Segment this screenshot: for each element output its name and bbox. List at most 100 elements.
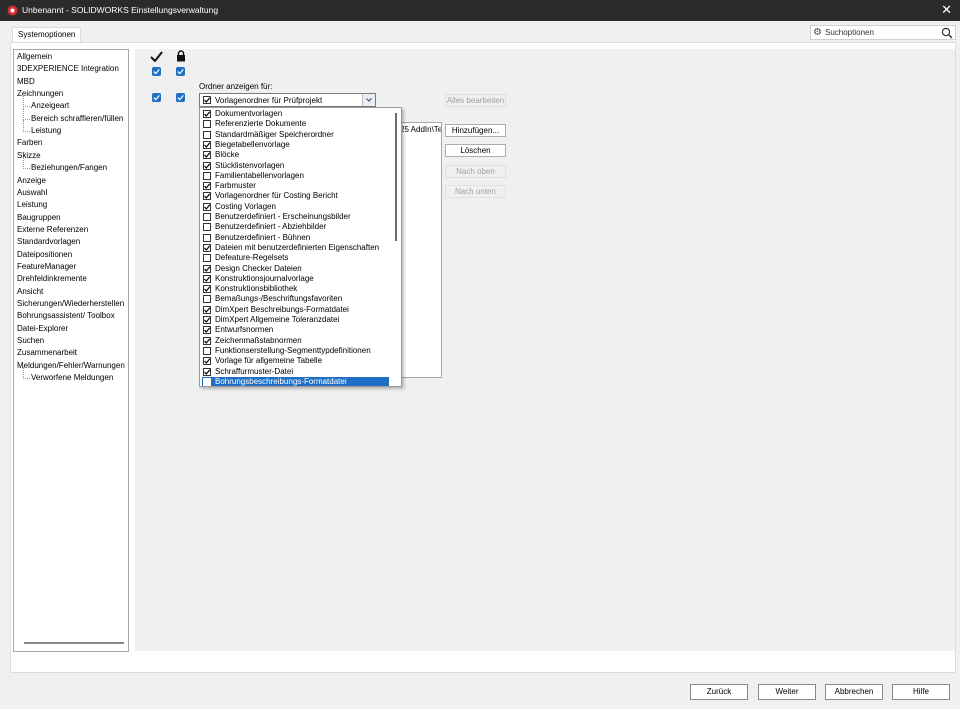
tree-item[interactable]: Ansicht xyxy=(17,286,43,298)
combo-checkbox[interactable] xyxy=(203,96,211,104)
dropdown-item-checkbox[interactable] xyxy=(203,171,211,180)
search-icon[interactable] xyxy=(941,27,953,39)
move-down-button[interactable]: Nach unten xyxy=(445,185,506,198)
tree-item[interactable]: FeatureManager xyxy=(17,261,76,273)
folder-type-dropdown[interactable]: Dokumentvorlagen Referenzierte Dokumente S… xyxy=(199,107,402,387)
folder-path-entry[interactable]: 25 AddIn\Te xyxy=(400,125,441,134)
dropdown-item-checkbox[interactable] xyxy=(203,192,211,201)
tree-item[interactable]: Zusammenarbeit xyxy=(17,347,77,359)
dropdown-item-checkbox[interactable] xyxy=(203,161,211,170)
row2-lock-checkbox[interactable] xyxy=(176,93,185,102)
dropdown-item[interactable]: DimXpert Beschreibungs-Formatdatei xyxy=(202,305,389,315)
dropdown-item-checkbox[interactable] xyxy=(203,377,211,386)
tree-item[interactable]: Auswahl xyxy=(17,187,47,199)
dropdown-item[interactable]: DimXpert Allgemeine Toleranzdatei xyxy=(202,315,389,325)
folder-path-list[interactable]: 25 AddIn\Te xyxy=(395,122,442,378)
chevron-down-icon[interactable] xyxy=(362,94,375,106)
dropdown-item[interactable]: Stücklistenvorlagen xyxy=(202,161,389,171)
dropdown-item-checkbox[interactable] xyxy=(203,346,211,355)
dropdown-item[interactable]: Bohrungsbeschreibungs-Formatdatei xyxy=(202,376,389,386)
tree-item[interactable]: Leistung xyxy=(17,199,47,211)
row2-apply-checkbox[interactable] xyxy=(152,93,161,102)
dropdown-item[interactable]: Konstruktionsbibliothek xyxy=(202,284,389,294)
tree-item[interactable]: 3DEXPERIENCE Integration xyxy=(17,63,119,75)
tree-item[interactable]: Leistung xyxy=(22,120,61,137)
folder-type-select[interactable]: Vorlagenordner für Prüfprojekt xyxy=(199,93,376,107)
options-tree[interactable]: Allgemein 3DEXPERIENCE Integration MBD Zeic… xyxy=(13,49,129,652)
tree-item[interactable]: Farben xyxy=(17,137,42,149)
tree-item[interactable]: Anzeige xyxy=(17,175,46,187)
tab-systemoptionen[interactable]: Systemoptionen xyxy=(12,27,82,42)
dropdown-item-checkbox[interactable] xyxy=(203,182,211,191)
move-up-button[interactable]: Nach oben xyxy=(445,165,506,178)
dropdown-item[interactable]: Entwurfsnormen xyxy=(202,325,389,335)
dropdown-item[interactable]: Vorlagenordner für Costing Bericht xyxy=(202,191,389,201)
dropdown-item[interactable]: Benutzerdefiniert - Bühnen xyxy=(202,233,389,243)
row1-apply-checkbox[interactable] xyxy=(152,67,161,76)
dropdown-item[interactable]: Bemaßungs-/Beschriftungsfavoriten xyxy=(202,294,389,304)
dropdown-item-checkbox[interactable] xyxy=(203,326,211,335)
delete-button[interactable]: Löschen xyxy=(445,144,506,157)
dropdown-item[interactable]: Costing Vorlagen xyxy=(202,202,389,212)
dropdown-item[interactable]: Benutzerdefiniert - Abziehbilder xyxy=(202,222,389,232)
dropdown-item[interactable]: Familientabellenvorlagen xyxy=(202,171,389,181)
tree-item[interactable]: Baugruppen xyxy=(17,212,61,224)
tree-item[interactable]: Drehfeldinkremente xyxy=(17,273,87,285)
dropdown-item-checkbox[interactable] xyxy=(203,120,211,129)
help-button[interactable]: Hilfe xyxy=(892,684,950,700)
dropdown-item-checkbox[interactable] xyxy=(203,295,211,304)
dropdown-item[interactable]: Referenzierte Dokumente xyxy=(202,119,389,129)
dropdown-item-checkbox[interactable] xyxy=(203,274,211,283)
tree-item[interactable]: Datei-Explorer xyxy=(17,323,68,335)
search-box[interactable]: ⚙ Suchoptionen xyxy=(810,25,956,40)
tree-item[interactable]: Bereich schraffieren/füllen xyxy=(22,107,123,125)
dropdown-item-checkbox[interactable] xyxy=(203,285,211,294)
dropdown-item-checkbox[interactable] xyxy=(203,130,211,139)
tree-item[interactable]: Verworfene Meldungen xyxy=(22,367,113,384)
dropdown-item[interactable]: Vorlage für allgemeine Tabelle xyxy=(202,356,389,366)
dropdown-item-checkbox[interactable] xyxy=(203,110,211,118)
tree-item[interactable]: Beziehungen/Fangen xyxy=(22,157,107,174)
tree-item[interactable]: Suchen xyxy=(17,335,44,347)
dropdown-item[interactable]: Benutzerdefiniert - Erscheinungsbilder xyxy=(202,212,389,222)
tree-item[interactable]: Meldungen/Fehler/Warnungen xyxy=(17,360,125,372)
tree-item[interactable]: Standardvorlagen xyxy=(17,236,80,248)
dropdown-item-checkbox[interactable] xyxy=(203,254,211,263)
close-icon[interactable]: ✕ xyxy=(941,2,952,18)
add-button[interactable]: Hinzufügen... xyxy=(445,124,506,137)
edit-all-button[interactable]: Alles bearbeiten xyxy=(445,94,506,107)
dropdown-item-checkbox[interactable] xyxy=(203,305,211,314)
dropdown-item-checkbox[interactable] xyxy=(203,357,211,366)
dropdown-item-checkbox[interactable] xyxy=(203,140,211,149)
dropdown-item-checkbox[interactable] xyxy=(203,233,211,242)
search-input[interactable]: Suchoptionen xyxy=(825,26,874,40)
tree-horizontal-scrollbar[interactable] xyxy=(24,642,124,644)
dropdown-item[interactable]: Blöcke xyxy=(202,150,389,160)
dropdown-item[interactable]: Dokumentvorlagen xyxy=(202,109,389,119)
dropdown-item-checkbox[interactable] xyxy=(203,367,211,376)
dropdown-item-checkbox[interactable] xyxy=(203,264,211,273)
dropdown-item[interactable]: Farbmuster xyxy=(202,181,389,191)
dropdown-item[interactable]: Konstruktionsjournalvorlage xyxy=(202,274,389,284)
cancel-button[interactable]: Abbrechen xyxy=(825,684,883,700)
dropdown-scrollbar[interactable] xyxy=(395,113,397,241)
tree-item[interactable]: Anzeigeart xyxy=(22,95,69,112)
dropdown-item-checkbox[interactable] xyxy=(203,202,211,211)
dropdown-item[interactable]: Zeichenmaßstabnormen xyxy=(202,336,389,346)
dropdown-item-checkbox[interactable] xyxy=(203,223,211,232)
dropdown-item-checkbox[interactable] xyxy=(203,316,211,324)
tree-item[interactable]: Allgemein xyxy=(17,51,52,63)
dropdown-item[interactable]: Dateien mit benutzerdefinierten Eigensch… xyxy=(202,243,389,253)
dropdown-item-checkbox[interactable] xyxy=(203,151,211,160)
dropdown-item[interactable]: Funktionserstellung-Segmenttypdefinition… xyxy=(202,346,389,356)
tree-item[interactable]: Externe Referenzen xyxy=(17,224,88,236)
tree-item[interactable]: MBD xyxy=(17,76,35,88)
dropdown-item[interactable]: Schraffurmuster-Datei xyxy=(202,367,389,377)
dropdown-item-checkbox[interactable] xyxy=(203,213,211,221)
dropdown-item-checkbox[interactable] xyxy=(203,243,211,252)
next-button[interactable]: Weiter xyxy=(758,684,816,700)
dropdown-item[interactable]: Design Checker Dateien xyxy=(202,264,389,274)
gear-icon[interactable]: ⚙ xyxy=(813,26,822,40)
tree-item[interactable]: Dateipositionen xyxy=(17,249,72,261)
back-button[interactable]: Zurück xyxy=(690,684,748,700)
